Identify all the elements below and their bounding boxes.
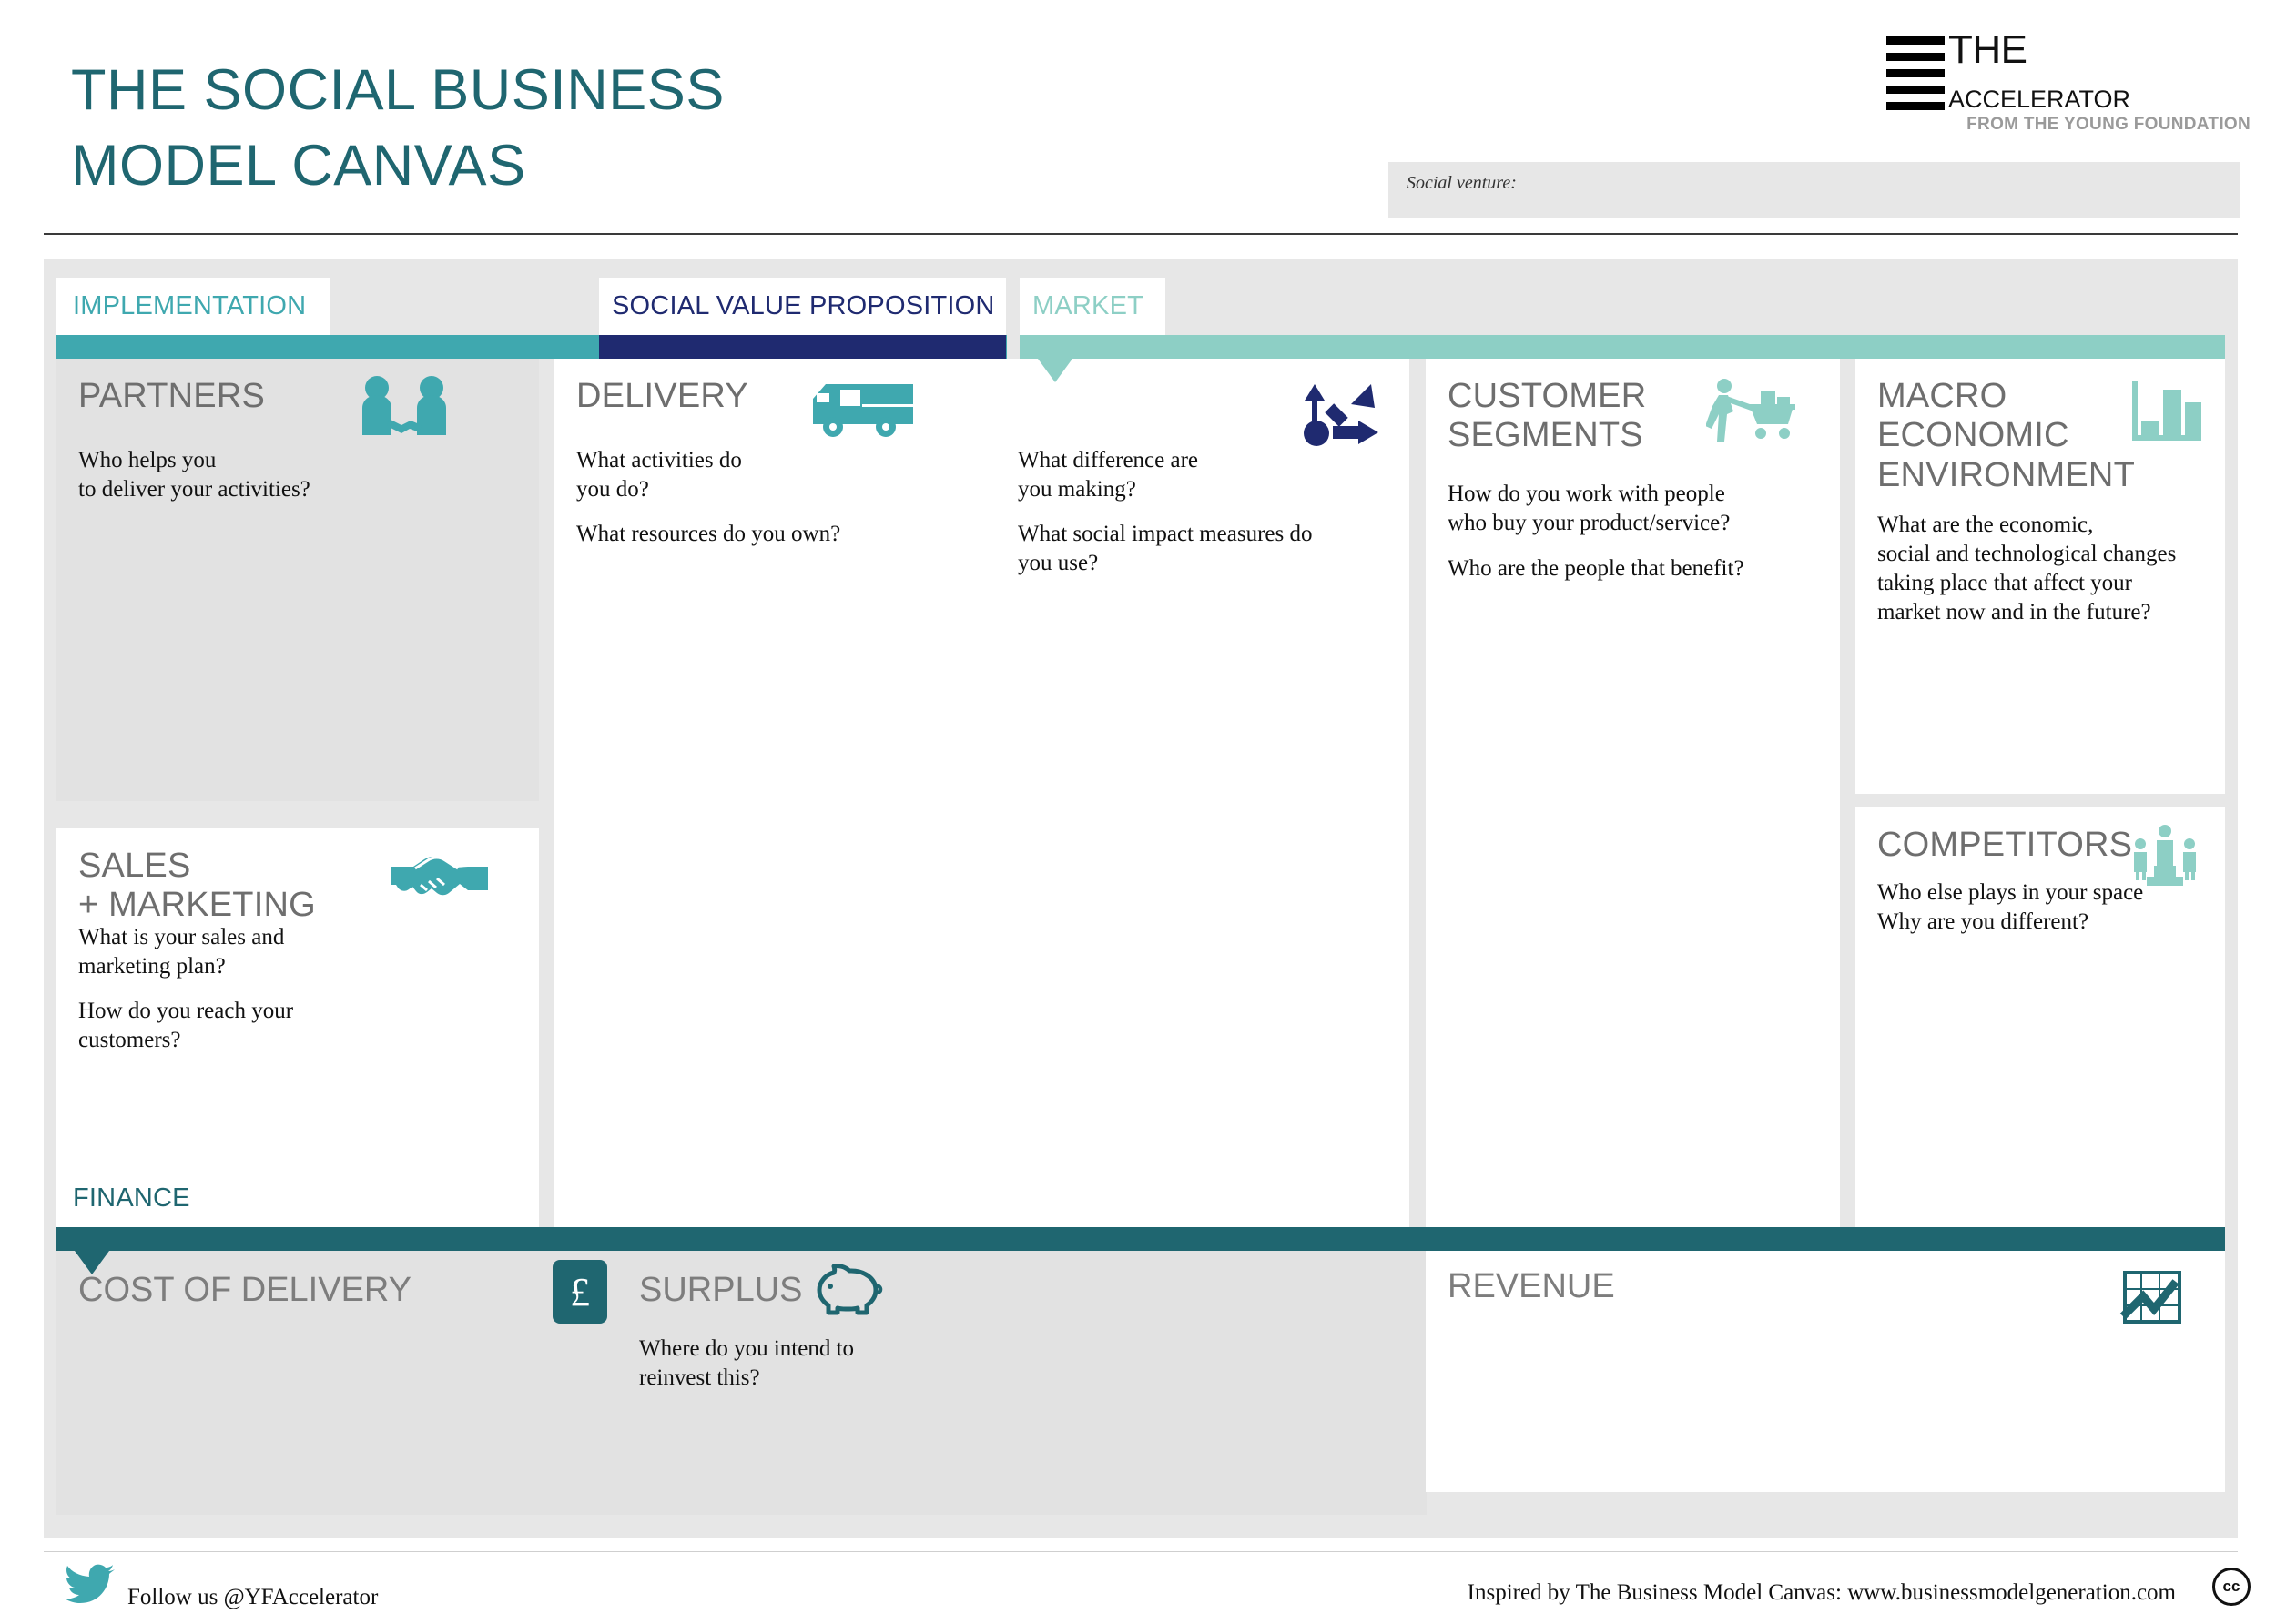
pound-sign-icon: £	[553, 1260, 607, 1324]
panel-competitors[interactable]: COMPETITORS Who else plays in your space…	[1855, 807, 2225, 1257]
panel-macro-economic-environment-body: What are the economic, social and techno…	[1877, 513, 2177, 624]
section-bar-social-value-proposition	[599, 335, 1006, 359]
panel-competitors-body: Who else plays in your space Why are you…	[1877, 880, 2144, 934]
panel-revenue[interactable]: REVENUE	[1426, 1251, 2225, 1492]
header-divider	[44, 233, 2238, 235]
twitter-bird-icon[interactable]	[66, 1564, 117, 1608]
stacked-bars-logo-icon	[1886, 36, 1945, 118]
panel-social-value-proposition[interactable]: What difference are you making? What soc…	[991, 359, 1409, 1257]
panel-social-value-proposition-body-1: What difference are you making?	[1018, 448, 1199, 502]
panel-cost-and-surplus[interactable]: COST OF DELIVERY £ SURPLUS Where do you …	[56, 1251, 1427, 1515]
section-notch-market	[1038, 359, 1072, 382]
panel-macro-economic-environment[interactable]: MACRO ECONOMIC ENVIRONMENT What are the …	[1855, 359, 2225, 794]
section-tab-implementation-label: IMPLEMENTATION	[73, 291, 307, 320]
panel-competitors-title: COMPETITORS	[1877, 826, 2133, 864]
panel-partners[interactable]: PARTNERS Who helps you to deliver your a…	[56, 359, 539, 801]
follow-us-text: Follow us @YFAccelerator	[127, 1585, 379, 1609]
section-bar-market	[1020, 335, 2225, 359]
panel-partners-title: PARTNERS	[78, 377, 266, 415]
social-venture-label: Social venture:	[1407, 173, 1517, 193]
panel-macro-economic-environment-title: MACRO ECONOMIC ENVIRONMENT	[1877, 377, 2135, 494]
accelerator-logo: THE ACCELERATOR FROM THE YOUNG FOUNDATIO…	[1886, 27, 2251, 153]
panel-partners-body: Who helps you to deliver your activities…	[78, 448, 310, 502]
credit-text: Inspired by The Business Model Canvas: w…	[1467, 1580, 2176, 1605]
growth-chart-icon	[2119, 1265, 2187, 1329]
panel-sales-marketing-body-2: How do you reach your customers?	[78, 999, 294, 1052]
panel-sales-marketing-body-1: What is your sales and marketing plan?	[78, 925, 285, 979]
section-tab-implementation[interactable]: IMPLEMENTATION	[56, 278, 330, 335]
panel-delivery-body-1: What activities do you do?	[576, 448, 742, 502]
shopping-cart-person-icon	[1706, 377, 1801, 448]
logo-line-the: THE	[1948, 27, 2027, 72]
logo-line-accelerator: ACCELERATOR	[1948, 86, 2131, 113]
panel-cost-of-delivery-title: COST OF DELIVERY	[78, 1271, 412, 1309]
panel-social-value-proposition-body-2: What social impact measures do you use?	[1018, 522, 1313, 575]
panel-customer-segments-body-2: Who are the people that benefit?	[1448, 556, 1744, 581]
panel-delivery[interactable]: DELIVERY What activities do you do? What…	[554, 359, 991, 1257]
section-tab-market-label: MARKET	[1032, 291, 1144, 320]
panel-surplus-title: SURPLUS	[639, 1271, 803, 1309]
bar-chart-icon	[2129, 377, 2205, 446]
creative-commons-icon: cc	[2212, 1568, 2251, 1606]
footer-divider	[44, 1551, 2238, 1552]
section-notch-finance	[75, 1251, 109, 1274]
section-tab-social-value-proposition[interactable]: SOCIAL VALUE PROPOSITION	[599, 278, 1006, 335]
panel-customer-segments-body-1: How do you work with people who buy your…	[1448, 482, 1731, 535]
logo-line-foundation: FROM THE YOUNG FOUNDATION	[1966, 115, 2251, 134]
section-tab-social-value-proposition-label: SOCIAL VALUE PROPOSITION	[612, 291, 995, 320]
section-tab-market[interactable]: MARKET	[1020, 278, 1165, 335]
panel-sales-marketing-title: SALES + MARKETING	[78, 847, 316, 925]
page-title: THE SOCIAL BUSINESS MODEL CANVAS	[71, 58, 725, 198]
section-tab-finance[interactable]: FINANCE	[56, 1170, 325, 1227]
panel-delivery-title: DELIVERY	[576, 377, 748, 415]
panel-delivery-body-2: What resources do you own?	[576, 522, 841, 546]
panel-surplus-body: Where do you intend to reinvest this?	[639, 1336, 855, 1390]
piggy-bank-icon	[812, 1258, 889, 1318]
canvas-page: THE SOCIAL BUSINESS MODEL CANVAS THE ACC…	[0, 0, 2276, 1624]
social-venture-field[interactable]: Social venture:	[1388, 162, 2240, 218]
impact-flow-icon	[1300, 377, 1382, 450]
svg-text:£: £	[570, 1270, 590, 1314]
panel-customer-segments-title: CUSTOMER SEGMENTS	[1448, 377, 1647, 455]
handshake-icon	[390, 848, 490, 905]
business-model-canvas: IMPLEMENTATION SOCIAL VALUE PROPOSITION …	[44, 259, 2238, 1538]
panel-revenue-title: REVENUE	[1448, 1267, 1615, 1305]
panel-customer-segments[interactable]: CUSTOMER SEGMENTS How do you work with p…	[1426, 359, 1840, 1257]
section-tab-finance-label: FINANCE	[73, 1183, 190, 1213]
two-people-handshake-icon	[357, 375, 452, 442]
section-bar-finance	[56, 1227, 2225, 1251]
delivery-truck-icon	[806, 375, 919, 439]
